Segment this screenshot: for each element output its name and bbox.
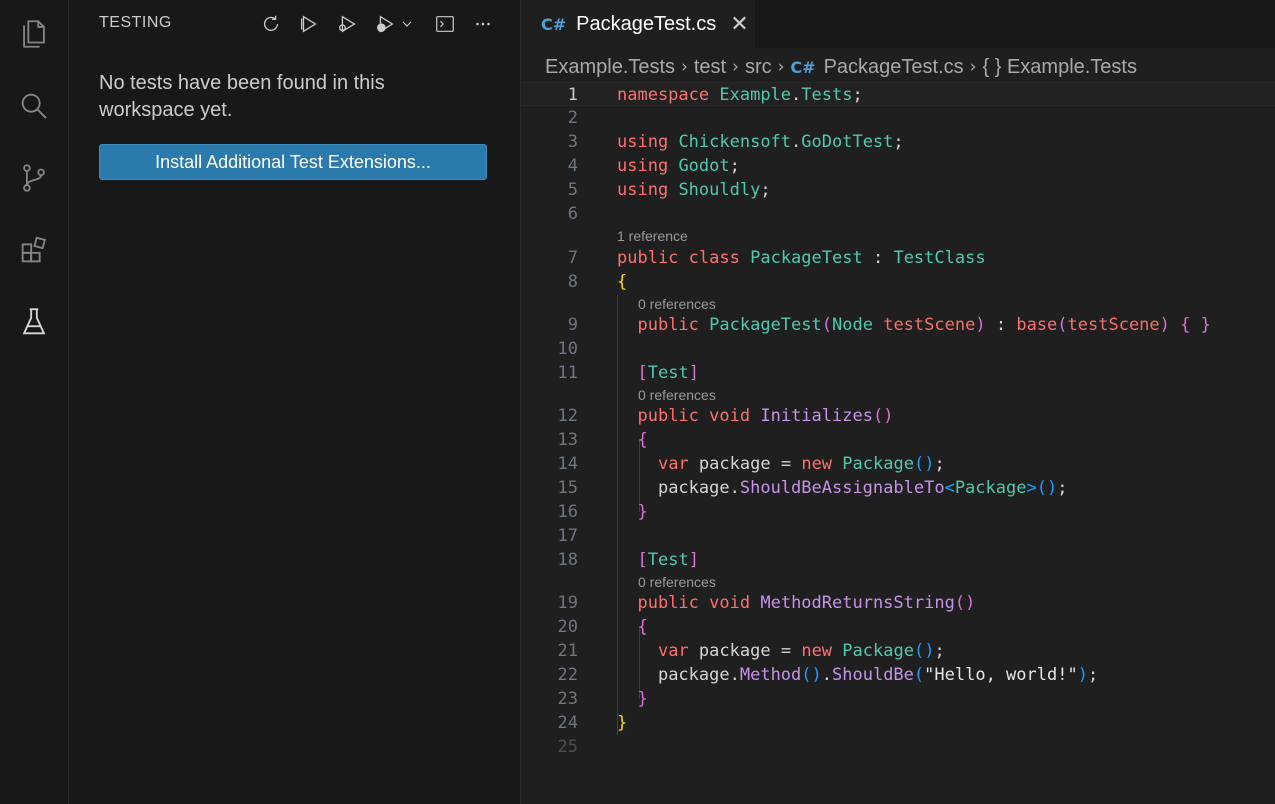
- code-line: 14 var package = new Package();: [557, 454, 945, 474]
- extensions-icon[interactable]: [14, 230, 54, 270]
- chevron-right-icon: ›: [681, 57, 688, 77]
- code-line: 5 using Shouldly;: [567, 180, 771, 200]
- run-coverage-icon[interactable]: [371, 10, 399, 38]
- testing-flask-icon[interactable]: [14, 302, 54, 342]
- testing-sidebar: TESTING No tests have been found in this…: [69, 0, 521, 804]
- close-icon[interactable]: ✕: [730, 12, 748, 37]
- breadcrumb-item[interactable]: { } Example.Tests: [982, 56, 1137, 79]
- refresh-icon[interactable]: [257, 10, 285, 38]
- code-line: 8 {: [567, 272, 628, 292]
- csharp-file-icon: C#: [790, 57, 816, 77]
- code-lens-references[interactable]: 0 references: [638, 574, 716, 590]
- code-line: 10: [557, 339, 578, 359]
- code-line: 15 package.ShouldBeAssignableTo<Package>…: [557, 478, 1068, 498]
- code-line: 1 namespace Example.Tests;: [521, 82, 1275, 106]
- chevron-right-icon: ›: [777, 57, 785, 77]
- files-icon[interactable]: [14, 14, 54, 54]
- chevron-right-icon: ›: [969, 57, 977, 77]
- code-line: 22 package.Method().ShouldBe("Hello, wor…: [557, 665, 1099, 685]
- no-tests-message: No tests have been found in this workspa…: [99, 72, 385, 121]
- sidebar-actions: [257, 10, 507, 38]
- tab-packagetest[interactable]: C# PackageTest.cs ✕: [521, 0, 755, 48]
- code-line: 6: [567, 204, 578, 224]
- code-line: 18 [Test]: [557, 550, 699, 570]
- terminal-icon[interactable]: [431, 10, 459, 38]
- debug-tests-icon[interactable]: [333, 10, 361, 38]
- code-line: 21 var package = new Package();: [557, 641, 945, 661]
- code-lens-references[interactable]: 1 reference: [617, 228, 688, 244]
- code-line: 2: [567, 108, 578, 128]
- more-icon[interactable]: [469, 10, 497, 38]
- activity-bar: [0, 0, 69, 804]
- code-line: 20 {: [557, 617, 648, 637]
- code-lens-references[interactable]: 0 references: [638, 296, 716, 312]
- code-line: 3 using Chickensoft.GoDotTest;: [567, 132, 904, 152]
- chevron-right-icon: ›: [732, 57, 739, 77]
- editor: C# PackageTest.cs ✕ Example.Tests › test…: [521, 0, 1275, 804]
- code-line: 12 public void Initializes(): [557, 406, 894, 426]
- search-icon[interactable]: [14, 86, 54, 126]
- breadcrumb-item[interactable]: PackageTest.cs: [824, 56, 964, 79]
- code-line: 17: [557, 526, 578, 546]
- breadcrumb-item[interactable]: Example.Tests: [545, 56, 675, 79]
- code-lens-references[interactable]: 0 references: [638, 387, 716, 403]
- code-line: 9 public PackageTest(Node testScene) : b…: [567, 315, 1211, 335]
- chevron-down-icon[interactable]: [399, 10, 415, 38]
- code-line: 16 }: [557, 502, 648, 522]
- code-line: 7 public class PackageTest : TestClass: [567, 248, 986, 268]
- code-line: 4 using Godot;: [567, 156, 740, 176]
- breadcrumb-item[interactable]: test: [694, 56, 726, 79]
- source-control-icon[interactable]: [14, 158, 54, 198]
- run-tests-icon[interactable]: [295, 10, 323, 38]
- tab-label: PackageTest.cs: [576, 12, 717, 35]
- code-line: 11 [Test]: [557, 363, 699, 383]
- install-test-extensions-button[interactable]: Install Additional Test Extensions...: [99, 144, 487, 180]
- sidebar-title: TESTING: [99, 14, 172, 31]
- code-line: 25: [557, 737, 578, 757]
- code-line: 24 }: [557, 713, 628, 733]
- code-line: 13 {: [557, 430, 648, 450]
- breadcrumb: Example.Tests › test › src › C# PackageT…: [545, 54, 1137, 80]
- code-line: 19 public void MethodReturnsString(): [557, 593, 976, 613]
- csharp-file-icon: C#: [541, 14, 567, 34]
- breadcrumb-item[interactable]: src: [745, 56, 772, 79]
- tab-bar: C# PackageTest.cs ✕: [521, 0, 1275, 48]
- code-line: 23 }: [557, 689, 648, 709]
